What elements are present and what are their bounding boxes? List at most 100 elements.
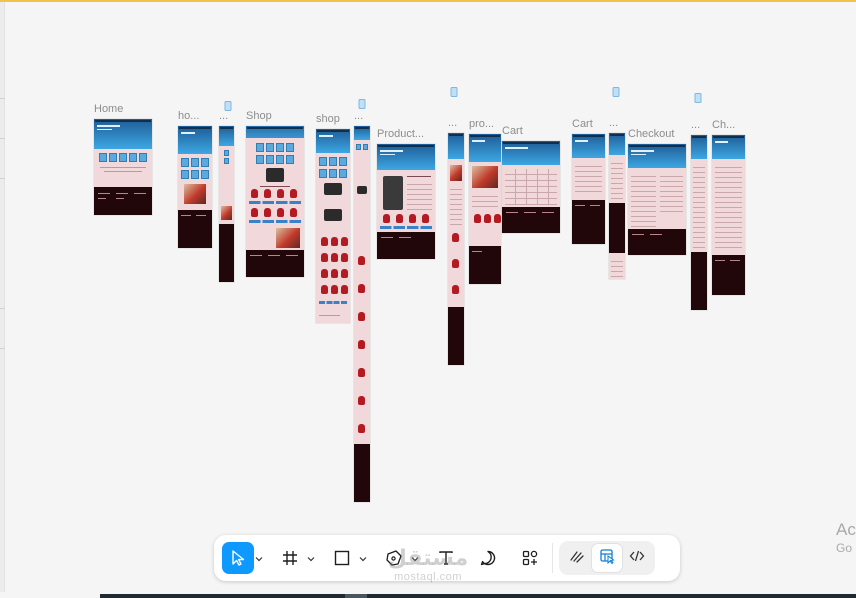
ruler-tick — [0, 308, 5, 309]
frame-label-product-tablet[interactable]: pro... — [469, 118, 494, 130]
frame-cart[interactable] — [502, 141, 560, 233]
product-row — [319, 253, 348, 263]
shape-tool-button[interactable] — [326, 542, 358, 574]
page-footer — [178, 210, 212, 248]
comment-tool-button[interactable] — [472, 542, 504, 574]
promo-photo — [276, 228, 300, 248]
frame-label-checkout-tablet[interactable]: Ch... — [712, 119, 735, 131]
move-tool-button[interactable] — [222, 542, 254, 574]
category-tiles — [356, 144, 368, 150]
pen-tool-dropdown[interactable] — [410, 542, 420, 574]
shape-tool-dropdown[interactable] — [358, 542, 368, 574]
page-footer — [219, 224, 234, 282]
comment-icon — [479, 549, 497, 567]
category-tiles — [181, 158, 209, 167]
text-icon — [437, 549, 455, 567]
pen-tool-button[interactable] — [378, 542, 410, 574]
frame-product-mobile[interactable] — [448, 133, 464, 365]
frame-label-checkout[interactable]: Checkout — [628, 128, 674, 140]
checkout-form — [631, 172, 656, 228]
mobile-device-icon — [694, 93, 702, 103]
checkout-form — [693, 163, 705, 249]
frame-checkout[interactable] — [628, 144, 686, 255]
product-card — [358, 424, 365, 433]
frame-shop[interactable] — [246, 126, 304, 277]
frame-checkout-mobile[interactable] — [691, 135, 707, 310]
frame-label-home-mobile[interactable]: ... — [219, 110, 228, 122]
draw-mode-button[interactable] — [562, 544, 592, 572]
chevron-down-icon — [359, 549, 367, 567]
frame-label-cart-mobile[interactable]: ... — [609, 117, 618, 129]
page-footer — [502, 207, 560, 233]
frame-product-tablet[interactable] — [469, 134, 501, 284]
frame-label-product-mobile[interactable]: ... — [448, 117, 457, 129]
frame-label-shop-mobile[interactable]: ... — [354, 110, 363, 122]
hero-banner — [469, 134, 501, 162]
frame-label-product[interactable]: Product... — [377, 128, 424, 140]
product-card — [358, 312, 365, 321]
ruler-tick — [0, 98, 5, 99]
page-footer — [469, 246, 501, 284]
frame-label-cart-tablet[interactable]: Cart — [572, 118, 593, 130]
product-card — [452, 233, 459, 242]
frame-shop-tablet[interactable] — [316, 129, 350, 323]
featured-product — [357, 186, 367, 194]
text-line — [407, 176, 431, 177]
product-image — [383, 176, 403, 210]
frame-label-checkout-mobile[interactable]: ... — [691, 119, 700, 131]
category-tiles — [221, 150, 232, 164]
design-icon — [599, 548, 615, 569]
frame-checkout-tablet[interactable] — [712, 135, 745, 295]
activation-line-2: Go — [836, 541, 853, 555]
product-buttons — [249, 201, 301, 204]
product-card — [358, 340, 365, 349]
frame-tool-dropdown[interactable] — [306, 542, 316, 574]
window-top-accent — [0, 0, 856, 2]
rectangle-icon — [333, 549, 351, 567]
product-card — [452, 259, 459, 268]
frame-tool-button[interactable] — [274, 542, 306, 574]
frame-product[interactable] — [377, 144, 435, 259]
product-card — [358, 368, 365, 377]
product-buttons — [319, 301, 347, 304]
product-card — [358, 284, 365, 293]
frame-home[interactable] — [94, 119, 152, 215]
frame-label-shop[interactable]: Shop — [246, 110, 272, 122]
hero-banner — [628, 144, 686, 168]
mobile-device-icon — [612, 87, 620, 97]
mobile-device-icon — [358, 99, 366, 109]
frame-label-cart[interactable]: Cart — [502, 125, 523, 137]
hero-banner — [572, 134, 605, 158]
category-tiles — [249, 155, 301, 164]
hero-banner — [316, 129, 350, 153]
design-mode-button[interactable] — [592, 544, 622, 572]
hero-banner — [609, 133, 625, 155]
frame-label-home[interactable]: Home — [94, 103, 123, 115]
figma-canvas[interactable]: Home ho... ... Shop shop ... Product... … — [0, 0, 856, 598]
frame-icon — [281, 549, 299, 567]
frame-cart-mobile[interactable] — [609, 133, 625, 279]
frame-label-home-tablet[interactable]: ho... — [178, 110, 199, 122]
frame-label-shop-tablet[interactable]: shop — [316, 113, 340, 125]
page-footer — [609, 203, 625, 253]
frame-home-tablet[interactable] — [178, 126, 212, 248]
actions-tool-button[interactable] — [514, 542, 546, 574]
hero-banner — [502, 141, 560, 165]
cart-table — [505, 169, 557, 205]
dev-mode-button[interactable] — [622, 544, 652, 572]
frame-shop-mobile[interactable] — [354, 126, 370, 502]
text-tool-button[interactable] — [430, 542, 462, 574]
hero-banner — [94, 119, 152, 149]
move-tool-dropdown[interactable] — [254, 542, 264, 574]
draw-icon — [569, 548, 585, 569]
category-tiles — [319, 157, 347, 166]
frame-home-mobile[interactable] — [219, 126, 234, 282]
pen-icon — [385, 549, 403, 567]
ruler-tick — [0, 138, 5, 139]
text-line — [260, 186, 290, 187]
order-summary — [660, 172, 683, 212]
frame-cart-tablet[interactable] — [572, 134, 605, 244]
product-details — [450, 185, 462, 225]
product-row — [472, 214, 501, 224]
page-footer — [354, 444, 370, 502]
